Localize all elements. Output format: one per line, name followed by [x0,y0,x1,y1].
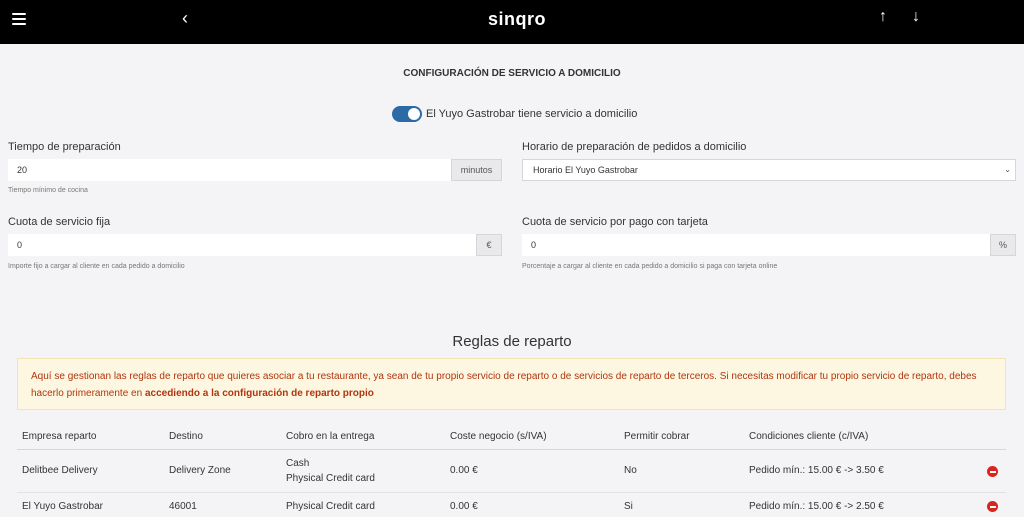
prep-time-unit: minutos [451,159,502,181]
col-company: Empresa reparto [22,431,97,442]
rules-title: Reglas de reparto [452,333,572,350]
prep-time-help: Tiempo mínimo de cocina [8,187,88,194]
card-fee-help: Porcentaje a cargar al cliente en cada p… [522,263,778,270]
arrow-up-icon[interactable]: ↑ [879,8,887,26]
fixed-fee-help: Importe fijo a cargar al cliente en cada… [8,263,185,270]
row-destination: 46001 [169,501,197,512]
remove-circle-icon[interactable] [987,501,998,512]
table-row: El Yuyo Gastrobar 46001 Physical Credit … [17,494,1006,517]
delivery-toggle-label: El Yuyo Gastrobar tiene servicio a domic… [426,108,638,120]
row-conditions: Pedido mín.: 15.00 € -> 2.50 € [749,501,884,512]
schedule-label: Horario de preparación de pedidos a domi… [522,141,747,153]
row-payment-1: Physical Credit card [286,501,375,512]
rules-alert: Aquí se gestionan las reglas de reparto … [17,358,1006,410]
row-payment-1: Cash [286,458,310,469]
page-title: CONFIGURACIÓN DE SERVICIO A DOMICILIO [403,68,621,79]
schedule-select[interactable]: Horario El Yuyo Gastrobar ⌄ [522,159,1016,181]
chevron-down-icon: ⌄ [1004,165,1011,174]
col-payment: Cobro en la entrega [286,431,375,442]
col-conditions: Condiciones cliente (c/IVA) [749,431,869,442]
row-company: El Yuyo Gastrobar [22,501,103,512]
remove-circle-icon[interactable] [987,466,998,477]
top-bar: ‹ sinqro ↑ ↓ [0,0,1024,44]
table-row: Delitbee Delivery Delivery Zone Cash Phy… [17,451,1006,493]
delivery-toggle-row: El Yuyo Gastrobar tiene servicio a domic… [392,106,637,122]
fixed-fee-unit: € [476,234,502,256]
app-logo: sinqro [488,9,547,29]
row-destination: Delivery Zone [169,465,231,476]
row-allow-charge: Si [624,501,633,512]
schedule-select-value: Horario El Yuyo Gastrobar [533,165,638,175]
row-company: Delitbee Delivery [22,465,98,476]
row-allow-charge: No [624,465,637,476]
own-delivery-config-link[interactable]: accediendo a la configuración de reparto… [145,388,374,399]
chevron-left-icon[interactable]: ‹ [182,8,188,28]
col-allow-charge: Permitir cobrar [624,431,690,442]
col-cost: Coste negocio (s/IVA) [450,431,547,442]
table-header: Empresa reparto Destino Cobro en la entr… [17,428,1006,450]
col-destination: Destino [169,431,203,442]
card-fee-input[interactable]: 0 [522,234,990,256]
prep-time-input[interactable]: 20 [8,159,451,181]
arrow-down-icon[interactable]: ↓ [912,8,920,26]
fixed-fee-input[interactable]: 0 [8,234,476,256]
card-fee-unit: % [990,234,1016,256]
delivery-toggle[interactable] [392,106,422,122]
fixed-fee-label: Cuota de servicio fija [8,216,111,228]
hamburger-icon[interactable] [12,13,26,25]
row-cost: 0.00 € [450,501,478,512]
card-fee-label: Cuota de servicio por pago con tarjeta [522,216,708,228]
prep-time-label: Tiempo de preparación [8,141,121,153]
row-cost: 0.00 € [450,465,478,476]
row-conditions: Pedido mín.: 15.00 € -> 3.50 € [749,465,884,476]
row-payment-2: Physical Credit card [286,473,375,484]
toggle-knob [408,108,420,120]
